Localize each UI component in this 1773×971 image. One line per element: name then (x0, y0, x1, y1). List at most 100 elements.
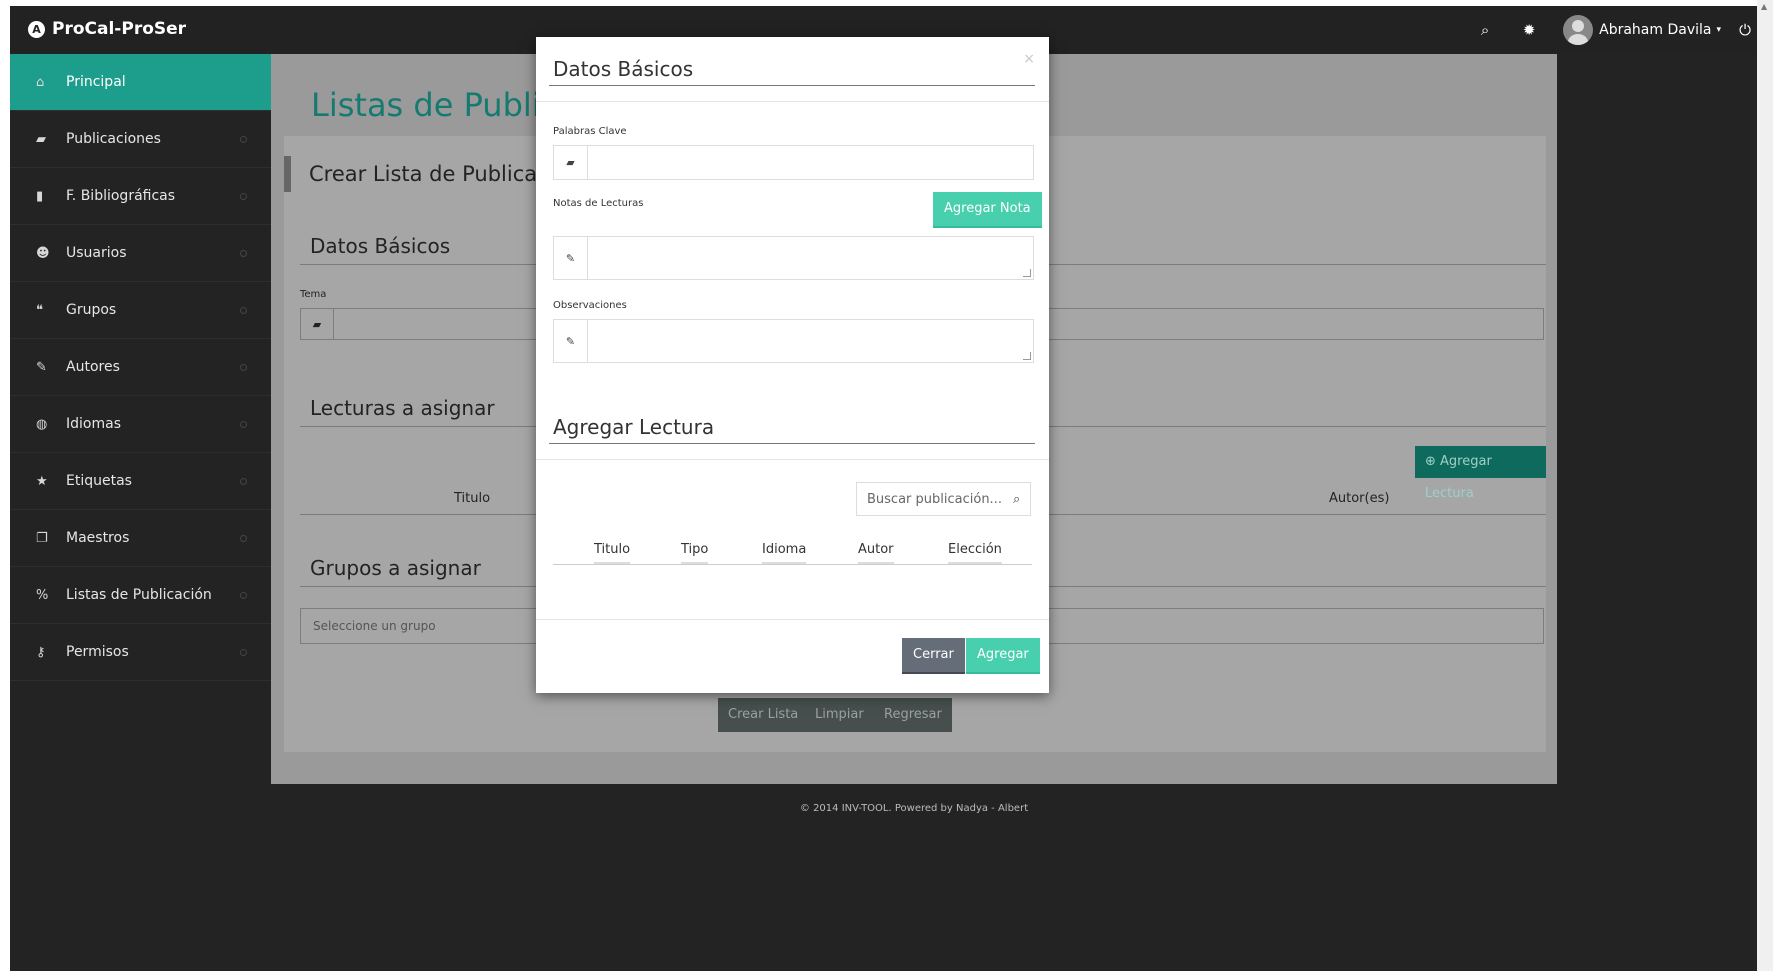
power-icon[interactable]: ⏻ (1733, 21, 1757, 39)
section-title-lecturas: Lecturas a asignar (310, 396, 495, 420)
brand[interactable]: A ProCal-ProSer (28, 19, 186, 39)
sidebar-item-principal[interactable]: ⌂ Principal (10, 54, 271, 111)
divider (549, 443, 1035, 444)
star-icon: ★ (36, 473, 48, 489)
navbar-right: ⌕ ✹ Abraham Davila ▾ ⏻ (1463, 6, 1757, 54)
expand-dot-icon (240, 478, 247, 485)
modal-footer-separator (536, 619, 1049, 620)
column-header-tipo[interactable]: Tipo (681, 542, 709, 564)
sidebar-item-label: F. Bibliográficas (66, 188, 176, 204)
sidebar-item-label: Permisos (66, 644, 129, 660)
column-header-titulo[interactable]: Titulo (594, 542, 631, 564)
cerrar-button[interactable]: Cerrar (902, 638, 965, 674)
avatar (1563, 15, 1594, 45)
tema-label: Tema (300, 289, 327, 300)
globe-icon: ◍ (36, 416, 48, 432)
sidebar-item-autores[interactable]: ✎ Autores (10, 339, 271, 396)
expand-dot-icon (240, 307, 247, 314)
panel-heading: Crear Lista de Publicació (284, 156, 567, 192)
key-icon: ⚷ (36, 644, 46, 660)
sidebar-item-label: Idiomas (66, 416, 121, 432)
scroll-up-icon[interactable]: ▲ (1761, 2, 1767, 11)
sidebar-item-label: Grupos (66, 302, 117, 318)
expand-dot-icon (240, 364, 247, 371)
modal-title: Datos Básicos (553, 57, 694, 81)
close-icon[interactable]: × (1023, 51, 1035, 67)
column-header-titulo: Titulo (454, 491, 491, 506)
section-separator (536, 459, 1049, 460)
sidebar-item-label: Etiquetas (66, 473, 132, 489)
divider (549, 85, 1035, 86)
table-header-rule (553, 564, 1032, 565)
copy-icon: ❐ (36, 530, 48, 546)
sidebar-item-label: Publicaciones (66, 131, 161, 147)
sidebar-item-label: Listas de Publicación (66, 587, 212, 603)
sidebar-item-maestros[interactable]: ❐ Maestros (10, 510, 271, 567)
book-icon: ▰ (36, 131, 46, 147)
sidebar-item-idiomas[interactable]: ◍ Idiomas (10, 396, 271, 453)
section-title-datos-basicos: Datos Básicos (310, 234, 451, 258)
resize-grip-icon[interactable] (1023, 269, 1031, 277)
expand-dot-icon (240, 250, 247, 257)
resize-grip-icon[interactable] (1023, 352, 1031, 360)
edit-icon: ✎ (554, 237, 588, 279)
expand-dot-icon (240, 136, 247, 143)
observaciones-field: ✎ (553, 319, 1034, 363)
palabras-clave-field: ▰ (553, 145, 1034, 180)
expand-dot-icon (240, 535, 247, 542)
buscar-publicacion-input[interactable] (857, 490, 1009, 508)
sidebar-item-etiquetas[interactable]: ★ Etiquetas (10, 453, 271, 510)
sidebar-item-label: Principal (66, 74, 126, 90)
column-header-idioma[interactable]: Idioma (762, 542, 807, 564)
sidebar-item-publicaciones[interactable]: ▰ Publicaciones (10, 111, 271, 168)
footer: © 2014 INV-TOOL. Powered by Nadya - Albe… (799, 803, 1029, 814)
sidebar-item-listas-de-publicacion[interactable]: % Listas de Publicación (10, 567, 271, 624)
search-icon[interactable]: ⌕ (1013, 492, 1020, 507)
page-scrollbar[interactable]: ▲ (1757, 0, 1773, 971)
book-icon: ▰ (301, 309, 334, 339)
column-header-eleccion[interactable]: Elección (948, 542, 1002, 564)
book-icon: ▰ (554, 146, 588, 179)
datos-basicos-modal: × Datos Básicos Palabras Clave ▰ Notas d… (536, 37, 1049, 693)
caret-down-icon: ▾ (1716, 25, 1721, 35)
home-icon: ⌂ (36, 74, 45, 90)
expand-dot-icon (240, 592, 247, 599)
observaciones-label: Observaciones (553, 300, 627, 311)
gear-icon[interactable]: ✹ (1507, 21, 1551, 39)
section-title-grupos: Grupos a asignar (310, 556, 481, 580)
brand-name: ProCal-ProSer (52, 19, 187, 39)
buscar-publicacion-field: ⌕ (856, 482, 1031, 516)
agregar-lectura-button[interactable]: ⊕ Agregar Lectura (1415, 446, 1546, 501)
agregar-button[interactable]: Agregar (966, 638, 1040, 674)
user-menu[interactable]: Abraham Davila ▾ (1551, 15, 1733, 45)
file-icon: ▮ (36, 188, 44, 204)
modal-header-separator (536, 101, 1049, 102)
expand-dot-icon (240, 193, 247, 200)
comments-icon: ❝ (36, 302, 43, 318)
regresar-button[interactable]: Regresar (874, 698, 952, 732)
crear-lista-button[interactable]: Crear Lista (718, 698, 809, 732)
notas-lecturas-textarea[interactable] (588, 237, 1033, 279)
observaciones-textarea[interactable] (588, 320, 1033, 362)
search-icon[interactable]: ⌕ (1463, 21, 1507, 39)
edit-icon: ✎ (36, 359, 47, 375)
users-icon: ☻ (36, 245, 50, 261)
agregar-nota-button[interactable]: Agregar Nota (933, 192, 1042, 228)
edit-icon: ✎ (554, 320, 588, 362)
column-header-autor[interactable]: Autor (858, 542, 894, 564)
sidebar-item-label: Maestros (66, 530, 130, 546)
sidebar-item-grupos[interactable]: ❝ Grupos (10, 282, 271, 339)
sidebar: ⌂ Principal ▰ Publicaciones ▮ F. Bibliog… (10, 54, 271, 971)
agregar-lectura-title: Agregar Lectura (553, 415, 715, 439)
sidebar-item-usuarios[interactable]: ☻ Usuarios (10, 225, 271, 282)
sidebar-item-fuentes-bibliograficas[interactable]: ▮ F. Bibliográficas (10, 168, 271, 225)
palabras-clave-input[interactable] (588, 146, 1033, 179)
grupo-select-placeholder: Seleccione un grupo (313, 619, 436, 633)
palabras-clave-label: Palabras Clave (553, 126, 627, 137)
user-name: Abraham Davila (1599, 22, 1712, 38)
plus-circle-icon: ⊕ (1425, 454, 1441, 469)
expand-dot-icon (240, 421, 247, 428)
sidebar-item-permisos[interactable]: ⚷ Permisos (10, 624, 271, 681)
limpiar-button[interactable]: Limpiar (805, 698, 874, 732)
notas-lecturas-field: ✎ (553, 236, 1034, 280)
